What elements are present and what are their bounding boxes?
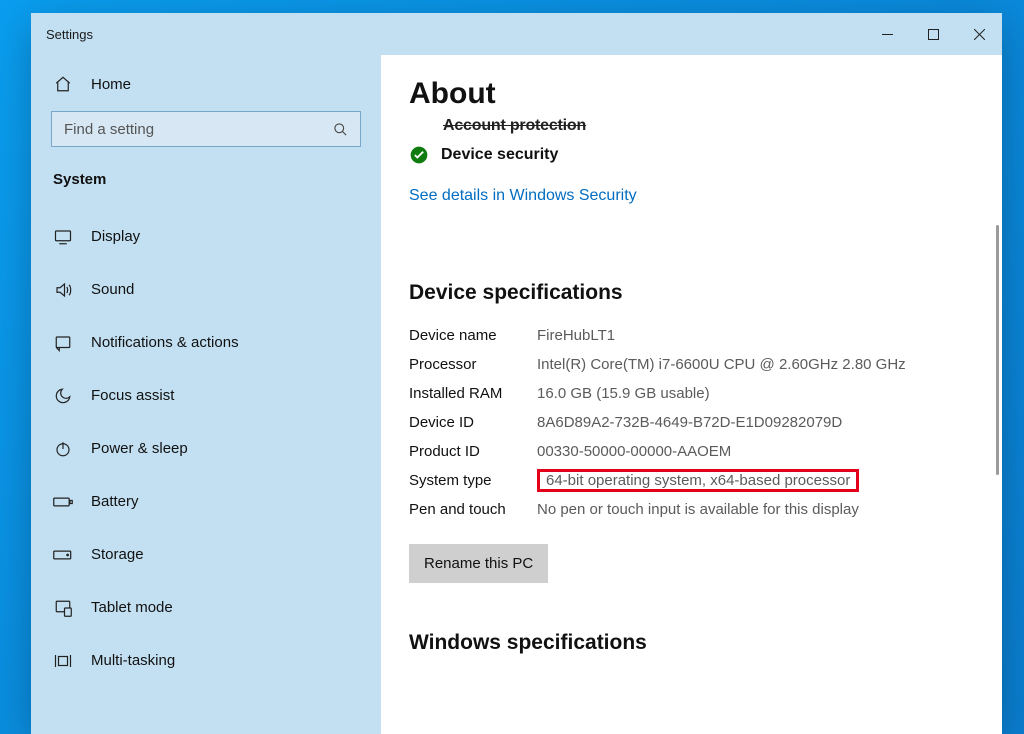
nav-item-label: Tablet mode bbox=[91, 599, 173, 616]
spec-ram: Installed RAM 16.0 GB (15.9 GB usable) bbox=[409, 379, 974, 408]
spec-device-name: Device name FireHubLT1 bbox=[409, 321, 974, 350]
nav-item-label: Storage bbox=[91, 546, 144, 563]
home-button[interactable]: Home bbox=[31, 65, 381, 111]
nav-item-label: Power & sleep bbox=[91, 440, 188, 457]
nav-item-storage[interactable]: Storage bbox=[31, 528, 381, 581]
sound-icon bbox=[53, 281, 73, 299]
content-pane: About Account protection Device security… bbox=[381, 55, 1002, 734]
search-box[interactable] bbox=[51, 111, 361, 147]
nav-item-battery[interactable]: Battery bbox=[31, 475, 381, 528]
spec-value: 16.0 GB (15.9 GB usable) bbox=[537, 385, 974, 402]
search-icon bbox=[333, 122, 348, 137]
category-label: System bbox=[31, 165, 381, 210]
tablet-icon bbox=[53, 599, 73, 617]
maximize-button[interactable] bbox=[910, 13, 956, 55]
rename-pc-button[interactable]: Rename this PC bbox=[409, 544, 548, 583]
spec-value: 8A6D89A2-732B-4649-B72D-E1D09282079D bbox=[537, 414, 974, 431]
settings-window: Settings Home bbox=[31, 13, 1002, 734]
spec-label: System type bbox=[409, 472, 537, 489]
spec-label: Product ID bbox=[409, 443, 537, 460]
power-icon bbox=[53, 440, 73, 458]
windows-security-link[interactable]: See details in Windows Security bbox=[409, 187, 974, 205]
nav-item-notifications[interactable]: Notifications & actions bbox=[31, 316, 381, 369]
close-button[interactable] bbox=[956, 13, 1002, 55]
sidebar: Home System Display bbox=[31, 55, 381, 734]
nav-item-label: Multi-tasking bbox=[91, 652, 175, 669]
nav-item-label: Display bbox=[91, 228, 140, 245]
spec-label: Pen and touch bbox=[409, 501, 537, 518]
check-icon bbox=[409, 145, 429, 165]
window-body: Home System Display bbox=[31, 55, 1002, 734]
nav-item-label: Sound bbox=[91, 281, 134, 298]
battery-icon bbox=[53, 493, 73, 511]
window-title: Settings bbox=[31, 27, 864, 42]
device-spec-heading: Device specifications bbox=[409, 281, 974, 305]
close-icon bbox=[974, 29, 985, 40]
spec-label: Installed RAM bbox=[409, 385, 537, 402]
page-title: About bbox=[409, 77, 974, 111]
minimize-icon bbox=[882, 29, 893, 40]
spec-value: FireHubLT1 bbox=[537, 327, 974, 344]
device-specs: Device name FireHubLT1 Processor Intel(R… bbox=[409, 321, 974, 524]
minimize-button[interactable] bbox=[864, 13, 910, 55]
spec-value-highlighted: 64-bit operating system, x64-based proce… bbox=[537, 472, 974, 489]
highlight-box: 64-bit operating system, x64-based proce… bbox=[537, 469, 859, 492]
nav-item-focus-assist[interactable]: Focus assist bbox=[31, 369, 381, 422]
nav-item-power-sleep[interactable]: Power & sleep bbox=[31, 422, 381, 475]
spec-label: Processor bbox=[409, 356, 537, 373]
security-item-device: Device security bbox=[409, 145, 974, 165]
spec-system-type: System type 64-bit operating system, x64… bbox=[409, 466, 974, 495]
windows-spec-heading: Windows specifications bbox=[409, 631, 974, 655]
display-icon bbox=[53, 228, 73, 246]
spec-processor: Processor Intel(R) Core(TM) i7-6600U CPU… bbox=[409, 350, 974, 379]
nav-item-multitasking[interactable]: Multi-tasking bbox=[31, 634, 381, 687]
spec-device-id: Device ID 8A6D89A2-732B-4649-B72D-E1D092… bbox=[409, 408, 974, 437]
multitasking-icon bbox=[53, 652, 73, 670]
spec-product-id: Product ID 00330-50000-00000-AAOEM bbox=[409, 437, 974, 466]
nav-item-label: Focus assist bbox=[91, 387, 174, 404]
home-label: Home bbox=[91, 76, 131, 93]
spec-value: 00330-50000-00000-AAOEM bbox=[537, 443, 974, 460]
nav-list: Display Sound Notifications & actions bbox=[31, 210, 381, 687]
notifications-icon bbox=[53, 334, 73, 352]
spec-value: Intel(R) Core(TM) i7-6600U CPU @ 2.60GHz… bbox=[537, 356, 974, 373]
security-item-label: Device security bbox=[441, 146, 558, 164]
titlebar: Settings bbox=[31, 13, 1002, 55]
search-input[interactable] bbox=[64, 121, 333, 138]
scrollbar[interactable] bbox=[996, 225, 999, 475]
spec-label: Device name bbox=[409, 327, 537, 344]
spec-value: No pen or touch input is available for t… bbox=[537, 501, 974, 518]
nav-item-label: Battery bbox=[91, 493, 139, 510]
window-controls bbox=[864, 13, 1002, 55]
spec-label: Device ID bbox=[409, 414, 537, 431]
spec-pen-touch: Pen and touch No pen or touch input is a… bbox=[409, 495, 974, 524]
storage-icon bbox=[53, 546, 73, 564]
nav-item-sound[interactable]: Sound bbox=[31, 263, 381, 316]
maximize-icon bbox=[928, 29, 939, 40]
home-icon bbox=[53, 75, 73, 93]
nav-item-tablet-mode[interactable]: Tablet mode bbox=[31, 581, 381, 634]
nav-item-label: Notifications & actions bbox=[91, 334, 239, 351]
nav-item-display[interactable]: Display bbox=[31, 210, 381, 263]
security-item-clipped: Account protection bbox=[443, 117, 974, 135]
focus-assist-icon bbox=[53, 387, 73, 405]
